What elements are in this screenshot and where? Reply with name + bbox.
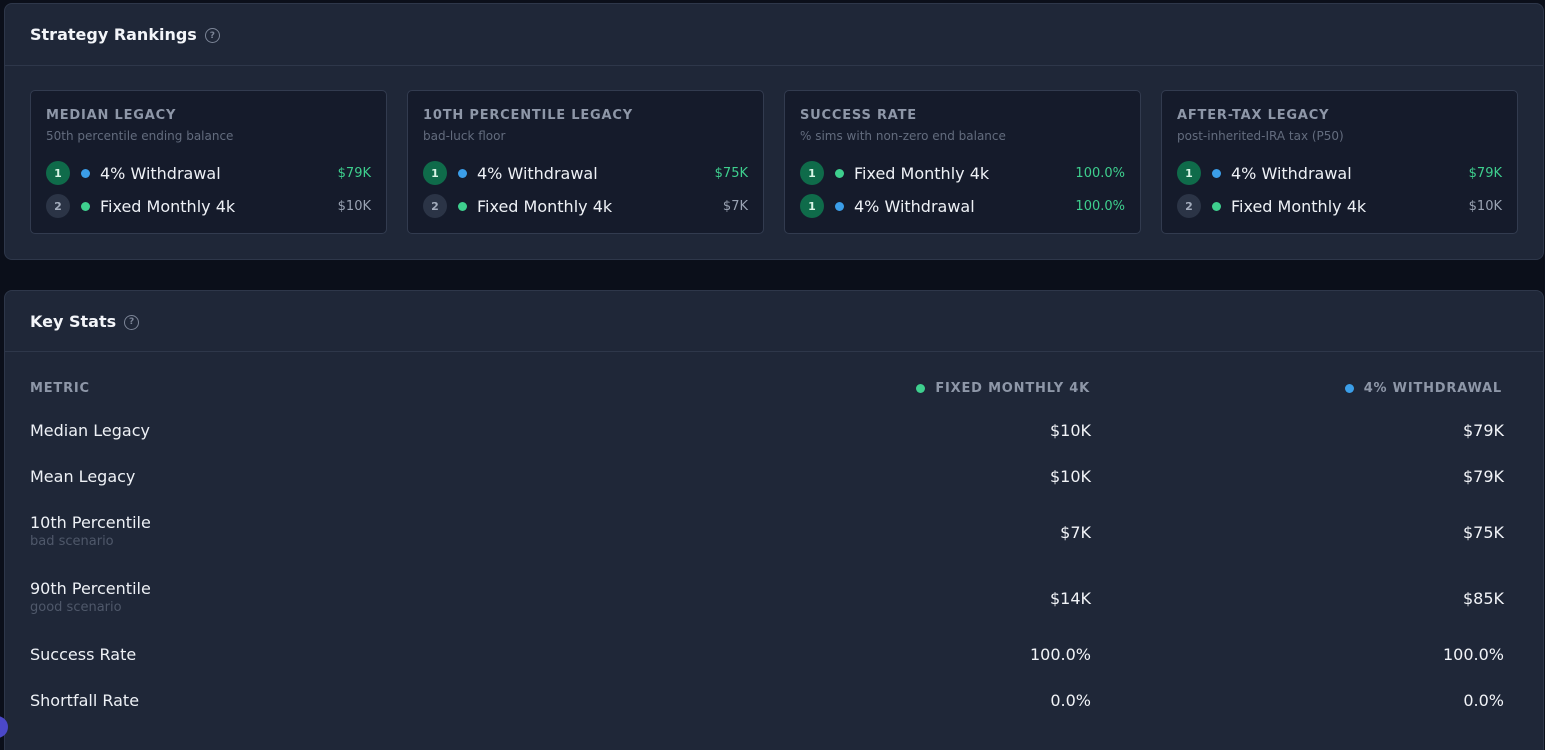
metric-label: 10th Percentile bbox=[30, 513, 151, 532]
metric-label: Median Legacy bbox=[30, 421, 150, 440]
panel-title: Strategy Rankings bbox=[30, 25, 197, 44]
key-stats-header: Key Stats ? bbox=[5, 291, 1543, 352]
help-icon[interactable]: ? bbox=[204, 28, 220, 43]
strategy-name: Fixed Monthly 4k bbox=[477, 196, 613, 216]
rank-badge: 1 bbox=[800, 194, 824, 218]
table-row: Success Rate 100.0% 100.0% bbox=[30, 645, 1504, 664]
metric-sublabel: bad scenario bbox=[30, 534, 114, 549]
series-dot-icon bbox=[1212, 168, 1221, 178]
strategy-name: Fixed Monthly 4k bbox=[854, 163, 990, 183]
metric-label: 90th Percentile bbox=[30, 579, 151, 598]
rank-badge: 1 bbox=[46, 161, 70, 185]
withdrawal-value: $85K bbox=[1462, 589, 1504, 608]
series-dot-icon bbox=[835, 201, 844, 211]
rank-value: $79K bbox=[1468, 165, 1502, 181]
key-stats-panel: Key Stats ? METRIC FIXED MONTHLY 4K 4% W… bbox=[4, 290, 1544, 750]
ranking-row: 1 4% Withdrawal 100.0% bbox=[800, 194, 1125, 218]
ranking-row: 1 4% Withdrawal $79K bbox=[46, 161, 371, 185]
strategy-name: 4% Withdrawal bbox=[854, 196, 975, 216]
card-title: AFTER-TAX LEGACY bbox=[1177, 108, 1330, 123]
rank-value: $10K bbox=[337, 198, 371, 214]
column-header-4pct-withdrawal: 4% WITHDRAWAL bbox=[1344, 381, 1502, 396]
ranking-cards: MEDIAN LEGACY 50th percentile ending bal… bbox=[30, 90, 1519, 234]
ranking-row: 2 Fixed Monthly 4k $7K bbox=[423, 194, 748, 218]
ranking-row: 2 Fixed Monthly 4k $10K bbox=[1177, 194, 1502, 218]
series-dot-icon bbox=[1344, 384, 1354, 393]
strategy-name: Fixed Monthly 4k bbox=[1231, 196, 1367, 216]
series-dot-icon bbox=[835, 168, 844, 178]
withdrawal-value: $79K bbox=[1462, 421, 1504, 440]
fixed-monthly-value: $7K bbox=[1060, 523, 1091, 542]
strategy-name: 4% Withdrawal bbox=[477, 163, 598, 183]
rank-value: 100.0% bbox=[1075, 198, 1125, 214]
ranking-card-success-rate: SUCCESS RATE % sims with non-zero end ba… bbox=[784, 90, 1141, 234]
column-header-label: FIXED MONTHLY 4K bbox=[935, 381, 1090, 396]
metric-label: Shortfall Rate bbox=[30, 691, 140, 710]
column-header-label: 4% WITHDRAWAL bbox=[1363, 381, 1502, 396]
metric-label: Mean Legacy bbox=[30, 467, 136, 486]
rank-badge: 1 bbox=[800, 161, 824, 185]
metric-label: Success Rate bbox=[30, 645, 137, 664]
rank-badge: 1 bbox=[423, 161, 447, 185]
series-dot-icon bbox=[458, 168, 467, 178]
fixed-monthly-value: 100.0% bbox=[1029, 645, 1091, 664]
card-subtitle: bad-luck floor bbox=[423, 129, 506, 143]
metric-sublabel: good scenario bbox=[30, 600, 122, 615]
table-row: 10th Percentile bad scenario $7K $75K bbox=[30, 513, 1504, 549]
withdrawal-value: 0.0% bbox=[1463, 691, 1504, 710]
panel-title: Key Stats bbox=[30, 311, 117, 331]
ranking-row: 1 4% Withdrawal $75K bbox=[423, 161, 748, 185]
rank-value: $75K bbox=[714, 165, 748, 181]
card-title: MEDIAN LEGACY bbox=[46, 108, 177, 123]
card-subtitle: % sims with non-zero end balance bbox=[800, 129, 1006, 143]
series-dot-icon bbox=[458, 201, 467, 211]
fixed-monthly-value: 0.0% bbox=[1050, 691, 1091, 710]
ranking-card-10th-percentile-legacy: 10TH PERCENTILE LEGACY bad-luck floor 1 … bbox=[407, 90, 764, 234]
strategy-rankings-header: Strategy Rankings ? bbox=[5, 4, 1543, 66]
rank-value: $10K bbox=[1468, 198, 1502, 214]
withdrawal-value: $75K bbox=[1462, 523, 1504, 542]
ranking-row: 1 Fixed Monthly 4k 100.0% bbox=[800, 161, 1125, 185]
withdrawal-value: $79K bbox=[1462, 467, 1504, 486]
table-row: Shortfall Rate 0.0% 0.0% bbox=[30, 691, 1504, 710]
table-row: 90th Percentile good scenario $14K $85K bbox=[30, 579, 1504, 615]
strategy-name: 4% Withdrawal bbox=[100, 163, 221, 183]
help-icon[interactable]: ? bbox=[124, 314, 140, 330]
fixed-monthly-value: $14K bbox=[1049, 589, 1091, 608]
strategy-rankings-panel: Strategy Rankings ? MEDIAN LEGACY 50th p… bbox=[4, 3, 1544, 260]
rank-value: 100.0% bbox=[1075, 165, 1125, 181]
fixed-monthly-value: $10K bbox=[1049, 467, 1091, 486]
rank-value: $79K bbox=[337, 165, 371, 181]
ranking-row: 2 Fixed Monthly 4k $10K bbox=[46, 194, 371, 218]
series-dot-icon bbox=[1212, 201, 1221, 211]
rank-badge: 1 bbox=[1177, 161, 1201, 185]
rank-badge: 2 bbox=[1177, 194, 1201, 218]
strategy-name: Fixed Monthly 4k bbox=[100, 196, 236, 216]
ranking-card-after-tax-legacy: AFTER-TAX LEGACY post-inherited-IRA tax … bbox=[1161, 90, 1518, 234]
ranking-row: 1 4% Withdrawal $79K bbox=[1177, 161, 1502, 185]
series-dot-icon bbox=[81, 201, 90, 211]
series-dot-icon bbox=[81, 168, 90, 178]
table-row: Median Legacy $10K $79K bbox=[30, 421, 1504, 440]
card-title: SUCCESS RATE bbox=[800, 108, 917, 123]
table-row: Mean Legacy $10K $79K bbox=[30, 467, 1504, 486]
strategy-name: 4% Withdrawal bbox=[1231, 163, 1352, 183]
series-dot-icon bbox=[916, 384, 926, 393]
rank-value: $7K bbox=[722, 198, 748, 214]
rank-badge: 2 bbox=[46, 194, 70, 218]
card-subtitle: 50th percentile ending balance bbox=[46, 129, 234, 143]
withdrawal-value: 100.0% bbox=[1442, 645, 1504, 664]
column-header-fixed-monthly: FIXED MONTHLY 4K bbox=[916, 381, 1090, 396]
card-subtitle: post-inherited-IRA tax (P50) bbox=[1177, 129, 1344, 143]
fixed-monthly-value: $10K bbox=[1049, 421, 1091, 440]
card-title: 10TH PERCENTILE LEGACY bbox=[423, 108, 633, 123]
column-header-metric: METRIC bbox=[30, 381, 90, 396]
rank-badge: 2 bbox=[423, 194, 447, 218]
ranking-card-median-legacy: MEDIAN LEGACY 50th percentile ending bal… bbox=[30, 90, 387, 234]
